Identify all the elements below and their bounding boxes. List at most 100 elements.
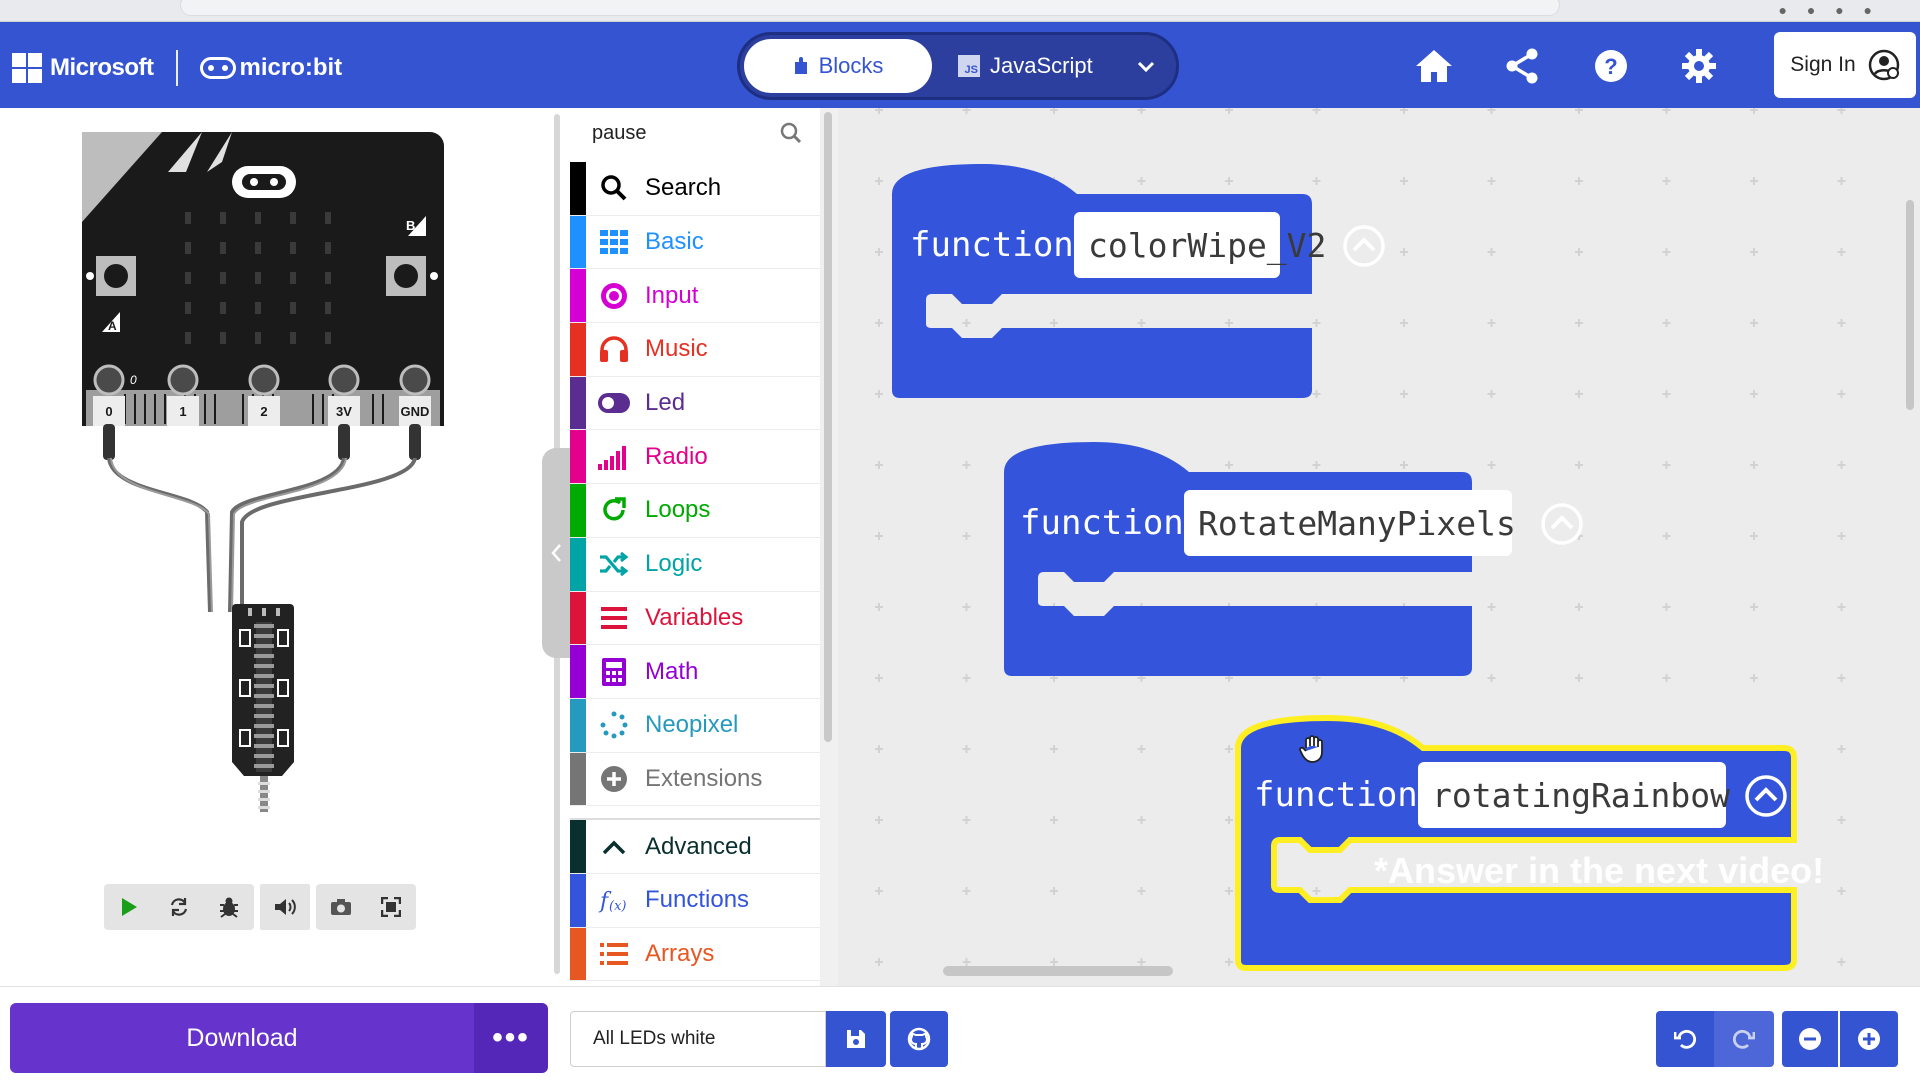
save-button[interactable] — [826, 1011, 886, 1067]
play-button[interactable] — [104, 884, 154, 930]
category-music[interactable]: Music — [570, 323, 820, 377]
chevron-up-icon — [598, 831, 630, 863]
shuffle-icon — [598, 548, 630, 580]
home-icon — [1416, 50, 1452, 82]
category-stripe — [570, 820, 586, 873]
microbit-logo[interactable]: micro:bit — [199, 54, 343, 82]
function-block-rotatemanypixels[interactable] — [1004, 442, 1484, 692]
brand-logos: Microsoft micro:bit — [12, 50, 342, 86]
function-name-field[interactable]: colorWipe_V2 — [1074, 212, 1326, 278]
editor-toggle: Blocks JS JavaScript — [737, 32, 1179, 100]
toolbox-search-value: pause — [592, 121, 647, 144]
app-header: Microsoft micro:bit Blocks JS JavaScript… — [0, 22, 1920, 108]
category-basic[interactable]: Basic — [570, 215, 820, 270]
function-block-colorwipe[interactable] — [892, 164, 1322, 414]
headphones-icon — [598, 333, 630, 365]
category-label: Functions — [645, 886, 750, 914]
fullscreen-button[interactable] — [366, 884, 416, 930]
category-stripe — [570, 591, 586, 645]
toolbox-divider — [570, 806, 820, 821]
home-button[interactable] — [1412, 44, 1456, 88]
settings-button[interactable] — [1677, 44, 1721, 88]
puzzle-icon — [794, 57, 807, 74]
toolbox-scrollbar[interactable] — [824, 112, 832, 742]
category-functions[interactable]: f (x) Functions — [570, 873, 820, 928]
target-icon — [598, 280, 630, 312]
screenshot-button[interactable] — [316, 884, 366, 930]
category-label: Logic — [645, 550, 703, 578]
category-extensions[interactable]: Extensions — [570, 752, 820, 807]
restart-button[interactable] — [154, 884, 204, 930]
more-options-button[interactable]: ••• — [474, 1003, 548, 1073]
microbit-board[interactable]: A B 0 1 2 3V GND 0 — [82, 132, 452, 832]
function-keyword: function — [910, 225, 1074, 265]
category-input[interactable]: Input — [570, 269, 820, 324]
collapse-icon[interactable] — [1342, 224, 1386, 268]
function-keyword: function — [1020, 503, 1184, 543]
category-math[interactable]: Math — [570, 645, 820, 699]
javascript-tab[interactable]: JS JavaScript — [958, 39, 1093, 93]
hand-cursor-icon — [1299, 735, 1323, 763]
dots-circle-icon — [598, 709, 630, 741]
help-button[interactable]: ? — [1589, 44, 1633, 88]
js-icon: JS — [958, 55, 980, 77]
pin-2-label: 2 — [260, 404, 267, 419]
bottom-toolbar: Download ••• All LEDs white — [0, 986, 1920, 1080]
sign-in-button[interactable]: Sign In — [1774, 32, 1916, 98]
category-label: Search — [645, 174, 722, 202]
microsoft-logo-icon — [12, 53, 42, 83]
function-name-field[interactable]: rotatingRainbow — [1418, 762, 1730, 828]
chevron-left-icon — [551, 544, 561, 562]
category-stripe — [570, 323, 586, 376]
search-icon — [598, 172, 630, 204]
redo-icon — [1733, 1029, 1755, 1049]
refresh-icon — [598, 494, 630, 526]
plus-circle-icon — [598, 763, 630, 795]
collapse-icon[interactable] — [1744, 774, 1788, 818]
project-name-input[interactable]: All LEDs white — [570, 1011, 826, 1067]
collapse-icon[interactable] — [1540, 502, 1584, 546]
category-label: Advanced — [645, 832, 752, 860]
category-stripe — [570, 215, 586, 269]
category-logic[interactable]: Logic — [570, 537, 820, 592]
category-search[interactable]: Search — [570, 162, 820, 216]
mute-button[interactable] — [260, 884, 310, 930]
language-dropdown-button[interactable] — [1126, 47, 1166, 87]
grid-icon — [598, 226, 630, 258]
category-variables[interactable]: Variables — [570, 591, 820, 646]
category-advanced[interactable]: Advanced — [570, 820, 820, 874]
workspace-vertical-scrollbar[interactable] — [1906, 200, 1914, 410]
category-label: Basic — [645, 228, 704, 256]
microbit-label: micro:bit — [239, 54, 343, 81]
zoom-in-button[interactable] — [1840, 1011, 1898, 1067]
search-icon[interactable] — [780, 122, 802, 144]
function-name-field[interactable]: RotateManyPixels — [1184, 490, 1516, 556]
category-label: Neopixel — [645, 711, 739, 739]
simulator-splitter[interactable] — [542, 108, 570, 986]
workspace-horizontal-scrollbar[interactable] — [943, 966, 1173, 976]
undo-button[interactable] — [1656, 1011, 1714, 1067]
speaker-icon — [275, 899, 296, 915]
collapse-simulator-handle[interactable] — [542, 448, 570, 658]
redo-button[interactable] — [1714, 1011, 1774, 1067]
microsoft-label: Microsoft — [50, 54, 154, 81]
category-radio[interactable]: Radio — [570, 430, 820, 485]
address-bar[interactable] — [180, 0, 1560, 16]
restart-icon — [170, 898, 188, 916]
blocks-workspace[interactable]: function colorWipe_V2 function RotateMan… — [838, 108, 1920, 986]
chevron-down-icon — [1137, 61, 1155, 73]
category-neopixel[interactable]: Neopixel — [570, 698, 820, 753]
blocks-tab[interactable]: Blocks — [744, 39, 932, 93]
share-button[interactable] — [1500, 44, 1544, 88]
debug-button[interactable] — [204, 884, 254, 930]
category-arrays[interactable]: Arrays — [570, 927, 820, 982]
play-icon — [122, 898, 137, 916]
toolbox-search-input[interactable]: pause — [570, 108, 820, 158]
download-button[interactable]: Download — [10, 1003, 474, 1073]
zoom-out-button[interactable] — [1782, 1011, 1838, 1067]
category-loops[interactable]: Loops — [570, 484, 820, 538]
github-button[interactable] — [890, 1011, 948, 1067]
category-stripe — [570, 698, 586, 752]
category-stripe — [570, 752, 586, 806]
category-led[interactable]: Led — [570, 376, 820, 431]
